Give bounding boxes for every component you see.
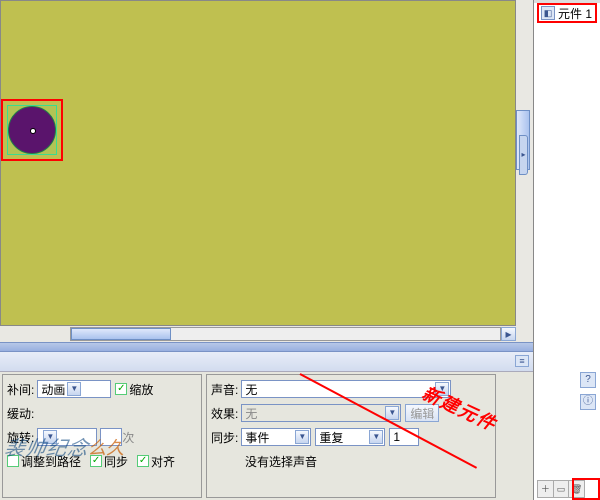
panel-expand-tab-icon[interactable]: ▸ [519, 135, 528, 175]
chevron-down-icon: ▼ [67, 382, 81, 396]
chevron-down-icon: ▼ [369, 430, 383, 444]
symbol-icon: ◧ [541, 6, 555, 20]
chevron-down-icon: ▼ [385, 406, 399, 420]
scrollbar-track[interactable] [70, 327, 501, 341]
no-sound-message: 没有选择声音 [245, 453, 317, 470]
library-item-highlight[interactable]: ◧ 元件 1 [537, 3, 597, 23]
panel-options-icon[interactable]: ≡ [515, 355, 529, 367]
sound-sync-label: 同步: [211, 429, 238, 446]
stage-horizontal-scrollbar[interactable]: ▸ [0, 326, 516, 342]
tween-type-select[interactable]: 动画 ▼ [37, 380, 111, 398]
effect-label: 效果: [211, 405, 238, 422]
info-icon[interactable]: ⓘ [580, 394, 596, 410]
highlight-symbol-on-stage [1, 99, 63, 161]
effect-value: 无 [245, 405, 257, 422]
sound-value: 无 [245, 381, 257, 398]
sound-select[interactable]: 无 ▼ [241, 380, 451, 398]
stage-canvas[interactable] [0, 0, 516, 326]
sound-sync-select[interactable]: 事件 ▼ [241, 428, 311, 446]
watermark-text: 裴帅纪念 [2, 432, 91, 461]
panel-drag-strip[interactable] [0, 342, 533, 352]
tween-label: 补间: [7, 381, 34, 398]
sound-label: 声音: [211, 381, 238, 398]
help-icon[interactable]: ? [580, 372, 596, 388]
properties-panel-header[interactable]: ≡ [0, 352, 533, 372]
scale-label: 缩放 [129, 381, 153, 398]
anchor-point-icon [30, 128, 36, 134]
snap-label: 对齐 [151, 453, 175, 470]
tween-type-value: 动画 [41, 381, 65, 398]
new-symbol-icon[interactable]: ＋ [538, 481, 554, 497]
library-panel: ◧ 元件 1 ? ⓘ ＋ ▭ 🗑 [533, 0, 600, 500]
highlight-library-buttons [572, 478, 600, 500]
snap-checkbox[interactable]: ✓ [137, 455, 149, 467]
repeat-value: 重复 [319, 429, 343, 446]
rotate-count-label: 次 [122, 429, 134, 446]
new-folder-icon[interactable]: ▭ [554, 481, 570, 497]
scroll-right-icon[interactable]: ▸ [501, 327, 516, 341]
ease-label: 缓动: [7, 405, 34, 422]
scrollbar-thumb[interactable] [71, 328, 171, 340]
panel-side-buttons: ? ⓘ [578, 372, 598, 410]
chevron-down-icon: ▼ [295, 430, 309, 444]
repeat-select[interactable]: 重复 ▼ [315, 428, 385, 446]
sound-sync-value: 事件 [245, 429, 269, 446]
library-item-label: 元件 1 [558, 5, 592, 22]
watermark-accent: 么久 [88, 434, 124, 460]
scale-checkbox[interactable]: ✓ [115, 383, 127, 395]
